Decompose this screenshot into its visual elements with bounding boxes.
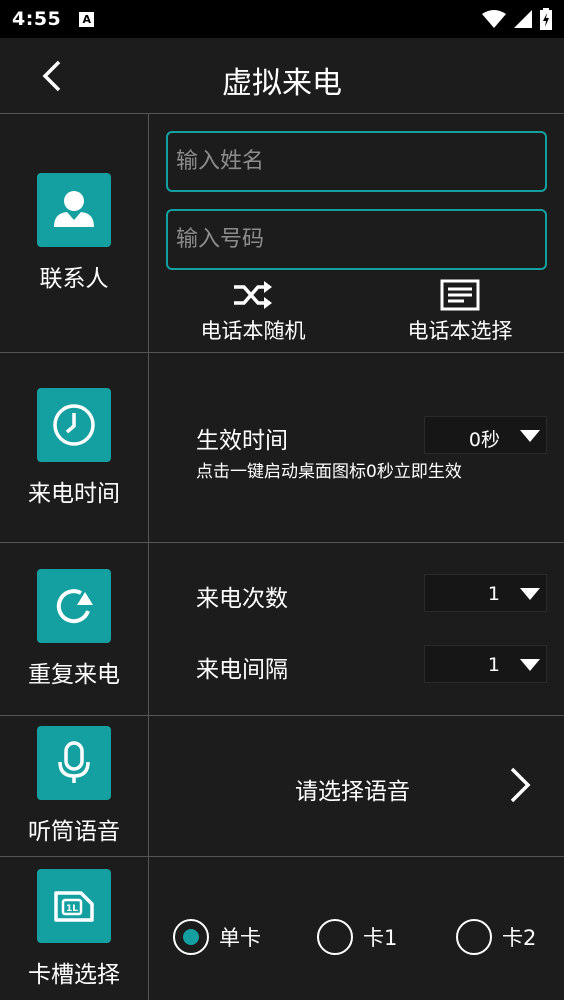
name-input[interactable] xyxy=(166,131,547,192)
signal-icon xyxy=(514,10,532,28)
call-time-label: 来电时间 xyxy=(28,480,120,507)
repeat-tile xyxy=(37,569,111,643)
call-interval-dropdown[interactable]: 1 xyxy=(424,645,547,683)
call-interval-value: 1 xyxy=(487,654,500,676)
call-time-section: 来电时间 生效时间 0秒 点击一键启动桌面图标0秒立即生效 xyxy=(0,353,564,543)
effective-time-dropdown[interactable]: 0秒 xyxy=(424,416,547,454)
effective-time-label: 生效时间 xyxy=(196,428,288,454)
list-icon xyxy=(440,279,480,311)
phonebook-random-button[interactable]: 电话本随机 xyxy=(195,279,311,345)
effective-time-note: 点击一键启动桌面图标0秒立即生效 xyxy=(196,462,462,482)
number-input[interactable] xyxy=(166,209,547,270)
call-interval-label: 来电间隔 xyxy=(196,657,288,683)
battery-icon xyxy=(540,8,552,30)
radio-sim2-label: 卡2 xyxy=(502,926,537,950)
status-time: 4:55 xyxy=(12,8,62,30)
microphone-icon xyxy=(58,741,90,783)
sim-category: 1L 卡槽选择 xyxy=(0,857,149,1000)
radio-circle xyxy=(173,919,209,955)
effective-time-value: 0秒 xyxy=(468,429,500,451)
sim-chip-text: 1L xyxy=(66,904,78,914)
refresh-icon xyxy=(56,589,93,624)
contact-section: 联系人 电话本随机 电话本选择 xyxy=(0,114,564,353)
dropdown-arrow-icon xyxy=(520,430,540,442)
voice-tile xyxy=(37,726,111,800)
page-title: 虚拟来电 xyxy=(222,66,342,101)
call-time-category: 来电时间 xyxy=(0,353,149,542)
chevron-right-icon[interactable] xyxy=(508,766,532,804)
call-time-tile xyxy=(37,387,111,462)
sim-tile: 1L xyxy=(37,868,111,943)
shuffle-icon xyxy=(234,281,272,309)
status-bar: 4:55 A xyxy=(0,0,564,38)
person-icon xyxy=(54,191,94,227)
call-count-value: 1 xyxy=(487,583,500,605)
repeat-category: 重复来电 xyxy=(0,543,149,715)
repeat-section: 重复来电 来电次数 1 来电间隔 1 xyxy=(0,543,564,716)
radio-sim1-label: 卡1 xyxy=(363,926,398,950)
clock-icon xyxy=(53,403,95,446)
radio-circle xyxy=(317,919,353,955)
voice-category: 听筒语音 xyxy=(0,716,149,856)
sim-label: 卡槽选择 xyxy=(28,961,120,988)
call-count-dropdown[interactable]: 1 xyxy=(424,574,547,612)
voice-label: 听筒语音 xyxy=(28,819,120,845)
radio-selected-dot xyxy=(183,929,199,945)
radio-sim2[interactable]: 卡2 xyxy=(456,919,536,955)
wifi-icon xyxy=(482,10,506,28)
phonebook-select-label: 电话本选择 xyxy=(407,319,513,343)
sim-section: 1L 卡槽选择 单卡 卡1 卡2 xyxy=(0,857,564,1000)
contact-label: 联系人 xyxy=(39,266,109,292)
notification-a-icon: A xyxy=(79,11,95,27)
call-count-label: 来电次数 xyxy=(196,586,288,612)
voice-section: 听筒语音 请选择语音 xyxy=(0,716,564,857)
phonebook-select-button[interactable]: 电话本选择 xyxy=(402,279,518,345)
radio-sim1[interactable]: 卡1 xyxy=(317,919,397,955)
radio-single-sim[interactable]: 单卡 xyxy=(173,919,261,955)
dropdown-arrow-icon xyxy=(520,588,540,600)
app-header: 虚拟来电 xyxy=(0,38,564,114)
contact-category: 联系人 xyxy=(0,114,149,352)
dropdown-arrow-icon xyxy=(520,659,540,671)
repeat-label: 重复来电 xyxy=(28,662,120,688)
select-voice-button[interactable]: 请选择语音 xyxy=(295,772,410,806)
contact-tile xyxy=(37,173,111,247)
radio-single-sim-label: 单卡 xyxy=(219,926,261,950)
phonebook-random-label: 电话本随机 xyxy=(200,319,306,343)
sim-card-icon: 1L xyxy=(54,890,94,922)
radio-circle xyxy=(456,919,492,955)
